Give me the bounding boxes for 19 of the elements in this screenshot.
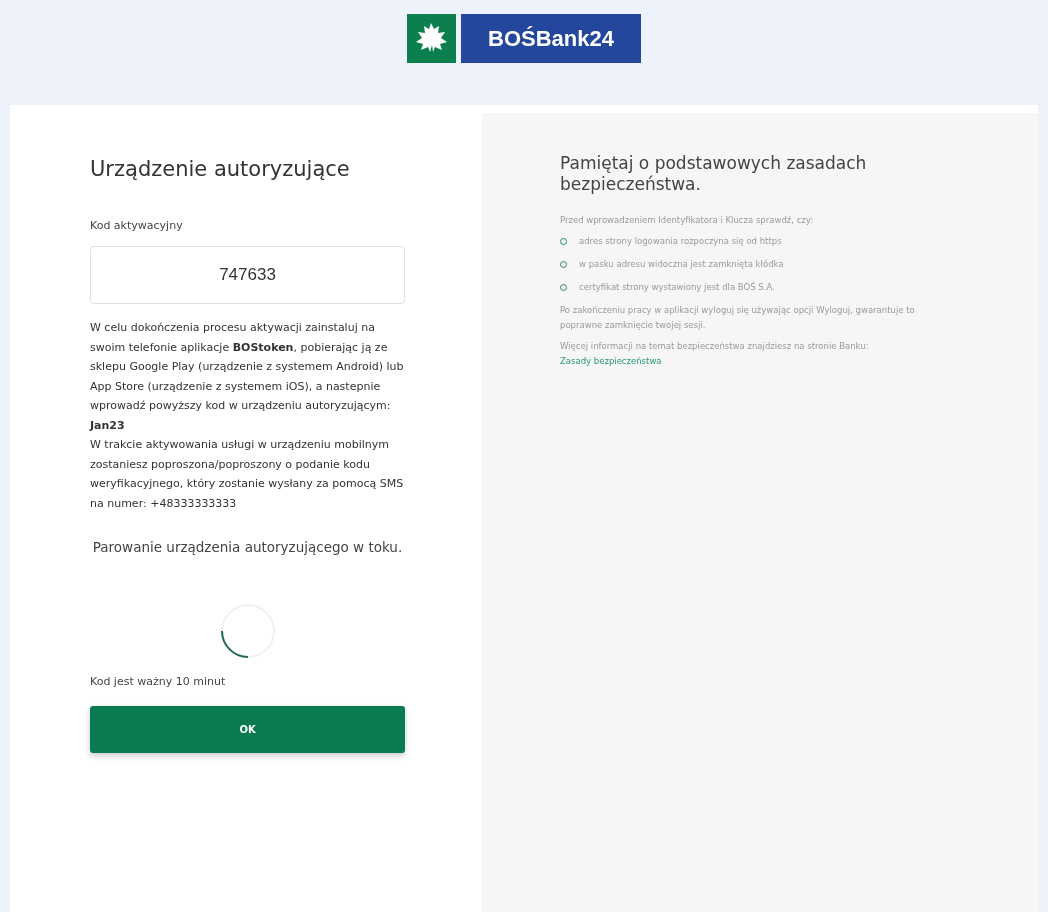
logout-note: Po zakończeniu pracy w aplikacji wyloguj się używając opcji Wyloguj, gwarantuje to poprawne zamknięcie twojej sesji.	[560, 304, 916, 332]
checklist-item: adres strony logowania rozpoczyna się od https	[579, 235, 782, 248]
instructions-text: W celu dokończenia procesu aktywacji zainstaluj na swoim telefonie aplikacje BOStoken, pobierając ją ze sklepu Google Play (urządzenie z systemem Android) lub App Store (urządzenie z systemem iOS), a nastepnie wprowadź powyższy kod w urządzeniu autoryzującym:	[90, 320, 405, 414]
security-title: Pamiętaj o podstawowych zasadach bezpieczeństwa.	[560, 153, 868, 195]
sms-info-text: W trakcie aktywowania usługi w urządzeniu mobilnym zostaniesz poproszona/poproszony o podanie kodu weryfikacyjnego, który zostanie wysłany za pomocą SMS na numer: +48333333333	[90, 437, 405, 512]
pairing-status: Parowanie urządzenia autoryzującego w toku.	[91, 538, 404, 557]
field-label: Kod aktywacyjny	[90, 219, 184, 232]
intro-text: Przed wprowadzeniem Identyfikatora i Klucza sprawdź, czy:	[560, 214, 815, 227]
activation-code-field[interactable]: 747633	[90, 246, 405, 304]
checklist-item: w pasku adresu widoczna jest zamknięta kłódka	[579, 258, 784, 271]
device-code: Jan23	[90, 417, 126, 434]
checklist-item: certyfikat strony wystawiony jest dla BOŚ S.A.	[579, 280, 775, 294]
security-rules-link[interactable]: Zasady bezpieczeństwa	[560, 356, 662, 366]
ok-button[interactable]: OK	[90, 706, 405, 753]
brand-logo: BOŚBank24	[461, 14, 641, 63]
loading-spinner-icon	[219, 603, 276, 659]
more-info-text: Więcej informacji na temat bezpieczeństwa znajdziesz na stronie Banku: Zasady bezpieczeństwa	[560, 340, 870, 368]
page-title: Urządzenie autoryzujące	[90, 157, 351, 181]
validity-text: Kod jest ważny 10 minut	[90, 675, 227, 688]
